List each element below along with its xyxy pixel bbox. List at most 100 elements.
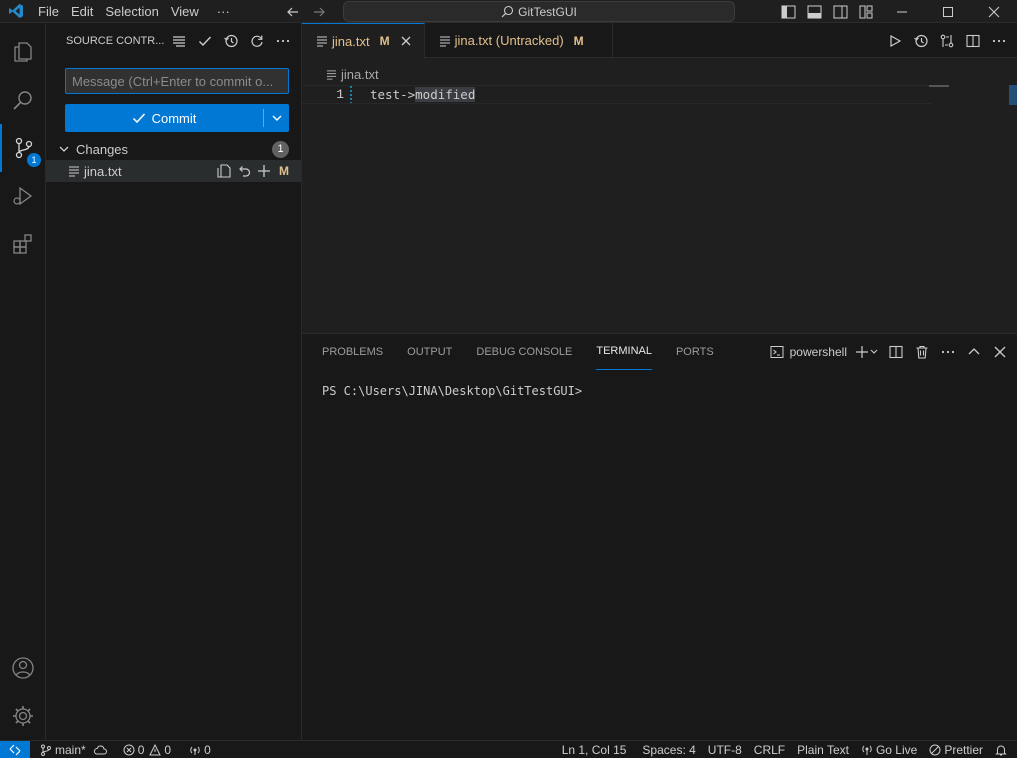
trash-icon[interactable] xyxy=(913,342,931,362)
run-icon[interactable] xyxy=(885,31,905,51)
commit-message-field[interactable] xyxy=(65,68,289,94)
editor-scrollbar[interactable] xyxy=(1009,85,1017,105)
split-editor-icon[interactable] xyxy=(963,31,983,51)
search-view-icon[interactable] xyxy=(0,76,46,124)
bell-icon[interactable] xyxy=(989,741,1017,758)
tab-jina-txt[interactable]: jina.txt M xyxy=(302,23,425,58)
commit-check-icon[interactable] xyxy=(194,30,216,52)
close-tab-icon[interactable] xyxy=(398,33,414,49)
warning-count: 0 xyxy=(164,742,172,757)
tab-ports[interactable]: PORTS xyxy=(676,334,714,370)
chevron-up-icon[interactable] xyxy=(965,342,983,362)
commit-button-label: Commit xyxy=(151,110,197,126)
close-panel-icon[interactable] xyxy=(991,342,1009,362)
code-line[interactable]: 1 test->modified xyxy=(302,85,932,104)
tab-modified-status: M xyxy=(379,34,390,48)
menu-more[interactable]: ··· xyxy=(211,0,236,23)
indentation[interactable]: Spaces: 4 xyxy=(636,741,701,758)
commit-message-input[interactable] xyxy=(66,69,288,93)
line-number: 1 xyxy=(336,87,344,102)
menu-edit[interactable]: Edit xyxy=(65,0,99,23)
changes-group-header[interactable]: Changes 1 xyxy=(46,138,301,160)
title-bar: File Edit Selection View ··· GitTestGUI xyxy=(0,0,1017,23)
menu-view[interactable]: View xyxy=(165,0,205,23)
text-file-icon xyxy=(326,69,337,80)
maximize-icon[interactable] xyxy=(925,0,971,23)
command-center-search[interactable]: GitTestGUI xyxy=(343,1,735,22)
open-changes-icon[interactable] xyxy=(937,31,957,51)
breadcrumb-file: jina.txt xyxy=(341,67,379,82)
modified-gutter-indicator xyxy=(350,86,352,103)
view-as-tree-icon[interactable] xyxy=(168,30,190,52)
split-terminal-icon[interactable] xyxy=(887,342,905,362)
editor-area: jina.txt M jina.txt (Untracked) M jina.t… xyxy=(302,23,1017,333)
source-control-sidebar: SOURCE CONTR... Commit xyxy=(46,23,302,740)
vscode-logo-icon xyxy=(0,0,32,23)
prohibited-icon xyxy=(929,744,941,756)
panel-tabs: PROBLEMS OUTPUT DEBUG CONSOLE TERMINAL P… xyxy=(322,334,714,370)
tab-terminal[interactable]: TERMINAL xyxy=(596,334,652,370)
branch-indicator[interactable]: main* xyxy=(34,741,113,758)
commit-button-group: Commit xyxy=(65,104,289,132)
tab-jina-txt-untracked[interactable]: jina.txt (Untracked) M xyxy=(425,23,613,58)
open-file-icon[interactable] xyxy=(215,162,233,180)
minimize-icon[interactable] xyxy=(879,0,925,23)
menu-file[interactable]: File xyxy=(32,0,65,23)
history-icon[interactable] xyxy=(220,30,242,52)
language-mode[interactable]: Plain Text xyxy=(791,741,855,758)
breadcrumb[interactable]: jina.txt xyxy=(326,67,379,82)
go-live-button[interactable]: Go Live xyxy=(855,741,923,758)
more-actions-icon[interactable] xyxy=(939,342,957,362)
broadcast-icon xyxy=(861,744,873,756)
commit-button[interactable]: Commit xyxy=(65,104,263,132)
problems-indicator[interactable]: 0 0 xyxy=(117,741,177,758)
tab-problems[interactable]: PROBLEMS xyxy=(322,334,383,370)
customize-layout-icon[interactable] xyxy=(853,0,879,23)
stage-changes-plus-icon[interactable] xyxy=(255,162,273,180)
check-icon xyxy=(132,111,146,125)
ports-indicator[interactable]: 0 xyxy=(183,741,217,758)
timeline-history-icon[interactable] xyxy=(911,31,931,51)
arrow-right-icon[interactable] xyxy=(310,3,328,21)
remote-indicator-icon[interactable] xyxy=(0,740,30,758)
file-actions: M xyxy=(215,162,293,180)
commit-dropdown-chevron-icon[interactable] xyxy=(264,104,289,132)
more-actions-icon[interactable] xyxy=(272,30,294,52)
discard-changes-icon[interactable] xyxy=(235,162,253,180)
terminal-output[interactable]: PS C:\Users\JINA\Desktop\GitTestGUI> xyxy=(322,384,582,398)
prettier-button[interactable]: Prettier xyxy=(923,741,989,758)
extensions-icon[interactable] xyxy=(0,220,46,268)
minimap[interactable] xyxy=(929,85,949,87)
more-actions-icon[interactable] xyxy=(989,31,1009,51)
new-terminal-plus-icon[interactable] xyxy=(855,342,879,362)
account-icon[interactable] xyxy=(0,644,46,692)
tab-debug-console[interactable]: DEBUG CONSOLE xyxy=(476,334,572,370)
cursor-position[interactable]: Ln 1, Col 15 xyxy=(556,741,633,758)
changed-file-item[interactable]: jina.txt M xyxy=(46,160,301,182)
toggle-secondary-sidebar-icon[interactable] xyxy=(827,0,853,23)
tab-label: jina.txt (Untracked) xyxy=(454,33,564,48)
scm-badge: 1 xyxy=(27,153,41,167)
end-of-line[interactable]: CRLF xyxy=(748,741,791,758)
refresh-icon[interactable] xyxy=(246,30,268,52)
tab-modified-status: M xyxy=(573,33,584,48)
nav-arrows xyxy=(284,3,328,21)
tab-label: jina.txt xyxy=(332,33,370,49)
cloud-sync-icon xyxy=(93,744,107,756)
close-icon[interactable] xyxy=(971,0,1017,23)
terminal-shell-selector[interactable]: powershell xyxy=(768,342,847,362)
gear-icon[interactable] xyxy=(0,692,46,740)
toggle-panel-icon[interactable] xyxy=(801,0,827,23)
explorer-files-icon[interactable] xyxy=(0,28,46,76)
sidebar-title: SOURCE CONTR... xyxy=(66,34,165,47)
source-control-icon[interactable]: 1 xyxy=(0,124,46,172)
panel-actions: powershell xyxy=(768,342,1009,362)
arrow-left-icon[interactable] xyxy=(284,3,302,21)
text-file-icon xyxy=(316,35,328,47)
toggle-primary-sidebar-icon[interactable] xyxy=(775,0,801,23)
run-debug-icon[interactable] xyxy=(0,172,46,220)
tab-output[interactable]: OUTPUT xyxy=(407,334,452,370)
encoding[interactable]: UTF-8 xyxy=(702,741,748,758)
sidebar-header: SOURCE CONTR... xyxy=(46,23,301,58)
menu-selection[interactable]: Selection xyxy=(99,0,164,23)
